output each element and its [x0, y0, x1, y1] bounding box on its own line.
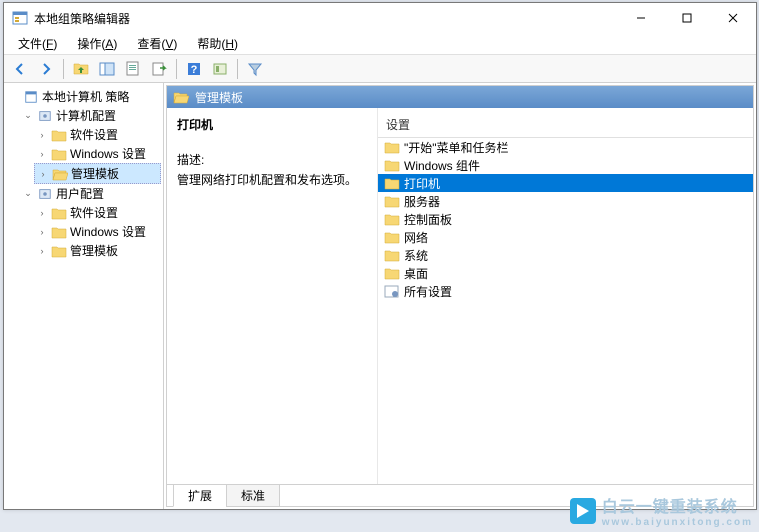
content-area: 本地计算机 策略⌄计算机配置›软件设置›Windows 设置›管理模板⌄用户配置…: [4, 83, 756, 509]
tree-node[interactable]: ›Windows 设置: [34, 144, 161, 163]
tab-extended[interactable]: 扩展: [173, 485, 227, 507]
help-button[interactable]: ?: [182, 57, 206, 81]
chevron-down-icon[interactable]: ⌄: [22, 188, 34, 200]
folder-icon: [384, 158, 400, 172]
selected-item-title: 打印机: [177, 116, 367, 133]
folder-icon: [384, 176, 400, 190]
toolbar-separator: [63, 59, 64, 79]
tab-standard[interactable]: 标准: [226, 485, 280, 507]
list-item-label: "开始"菜单和任务栏: [404, 139, 509, 156]
toolbar: ?: [4, 55, 756, 83]
toolbar-separator: [237, 59, 238, 79]
folder-icon: [384, 248, 400, 262]
menu-v[interactable]: 查看(V): [127, 33, 187, 54]
scope-tree[interactable]: 本地计算机 策略⌄计算机配置›软件设置›Windows 设置›管理模板⌄用户配置…: [4, 83, 164, 509]
folder-icon: [384, 212, 400, 226]
app-icon: [12, 10, 28, 26]
app-window: 本地组策略编辑器 文件(F)操作(A)查看(V)帮助(H) ? 本地计算机 策略…: [3, 2, 757, 510]
detail-header: 管理模板: [167, 86, 753, 108]
tree-node[interactable]: ›管理模板: [34, 163, 161, 184]
chevron-right-icon[interactable]: ›: [37, 168, 49, 180]
watermark-brand: 白云一键重装系统: [602, 493, 753, 517]
folder-icon: [384, 194, 400, 208]
tree-node[interactable]: ›管理模板: [34, 241, 161, 260]
chevron-right-icon[interactable]: ›: [36, 148, 48, 160]
tree-root-node[interactable]: 本地计算机 策略: [6, 87, 161, 106]
watermark: 白云一键重装系统 www.baiyunxitong.com: [570, 493, 753, 528]
window-controls: [618, 3, 756, 33]
close-button[interactable]: [710, 3, 756, 33]
window-title: 本地组策略编辑器: [34, 10, 618, 27]
list-item[interactable]: "开始"菜单和任务栏: [378, 138, 753, 156]
list-item[interactable]: 系统: [378, 246, 753, 264]
filter-button[interactable]: [243, 57, 267, 81]
list-column-header[interactable]: 设置: [378, 112, 753, 138]
tree-group-1[interactable]: ⌄用户配置: [20, 184, 161, 203]
chevron-right-icon[interactable]: ›: [36, 207, 48, 219]
list-item[interactable]: 控制面板: [378, 210, 753, 228]
detail-header-label: 管理模板: [195, 89, 243, 106]
menu-f[interactable]: 文件(F): [8, 33, 67, 54]
tree-group-0[interactable]: ⌄计算机配置: [20, 106, 161, 125]
chevron-right-icon[interactable]: ›: [36, 245, 48, 257]
list-item-label: Windows 组件: [404, 157, 480, 174]
list-item[interactable]: 服务器: [378, 192, 753, 210]
list-item-label: 服务器: [404, 193, 440, 210]
folder-icon: [384, 230, 400, 244]
list-item-label: 控制面板: [404, 211, 452, 228]
chevron-down-icon[interactable]: ⌄: [22, 110, 34, 122]
menu-h[interactable]: 帮助(H): [187, 33, 248, 54]
detail-panel: 管理模板 打印机 描述: 管理网络打印机配置和发布选项。 设置 "开始"菜单和任…: [166, 85, 754, 507]
list-item-label: 所有设置: [404, 283, 452, 300]
nav-forward-button[interactable]: [34, 57, 58, 81]
up-level-button[interactable]: [69, 57, 93, 81]
titlebar: 本地组策略编辑器: [4, 3, 756, 33]
list-item[interactable]: Windows 组件: [378, 156, 753, 174]
chevron-right-icon[interactable]: ›: [36, 226, 48, 238]
list-item[interactable]: 桌面: [378, 264, 753, 282]
properties-button[interactable]: [121, 57, 145, 81]
list-item-label: 网络: [404, 229, 428, 246]
menu-a[interactable]: 操作(A): [67, 33, 127, 54]
watermark-url: www.baiyunxitong.com: [602, 517, 753, 528]
options-button[interactable]: [208, 57, 232, 81]
description-pane: 打印机 描述: 管理网络打印机配置和发布选项。: [167, 108, 377, 484]
svg-text:?: ?: [191, 64, 198, 76]
maximize-button[interactable]: [664, 3, 710, 33]
tree-node[interactable]: ›软件设置: [34, 203, 161, 222]
settings-icon: [384, 284, 400, 298]
folder-open-icon: [173, 90, 189, 104]
show-tree-button[interactable]: [95, 57, 119, 81]
chevron-right-icon[interactable]: ›: [36, 129, 48, 141]
list-item-label: 系统: [404, 247, 428, 264]
list-item[interactable]: 所有设置: [378, 282, 753, 300]
settings-list-pane: 设置 "开始"菜单和任务栏Windows 组件打印机服务器控制面板网络系统桌面所…: [377, 108, 753, 484]
list-item-label: 打印机: [404, 175, 440, 192]
list-item[interactable]: 打印机: [378, 174, 753, 192]
tree-node[interactable]: ›Windows 设置: [34, 222, 161, 241]
minimize-button[interactable]: [618, 3, 664, 33]
nav-back-button[interactable]: [8, 57, 32, 81]
list-item-label: 桌面: [404, 265, 428, 282]
menubar: 文件(F)操作(A)查看(V)帮助(H): [4, 33, 756, 55]
tree-node[interactable]: ›软件设置: [34, 125, 161, 144]
description-text: 管理网络打印机配置和发布选项。: [177, 171, 367, 188]
folder-icon: [384, 140, 400, 154]
list-item[interactable]: 网络: [378, 228, 753, 246]
watermark-logo-icon: [570, 498, 596, 524]
export-button[interactable]: [147, 57, 171, 81]
detail-body: 打印机 描述: 管理网络打印机配置和发布选项。 设置 "开始"菜单和任务栏Win…: [167, 108, 753, 484]
toolbar-separator: [176, 59, 177, 79]
folder-icon: [384, 266, 400, 280]
description-label: 描述:: [177, 151, 367, 168]
